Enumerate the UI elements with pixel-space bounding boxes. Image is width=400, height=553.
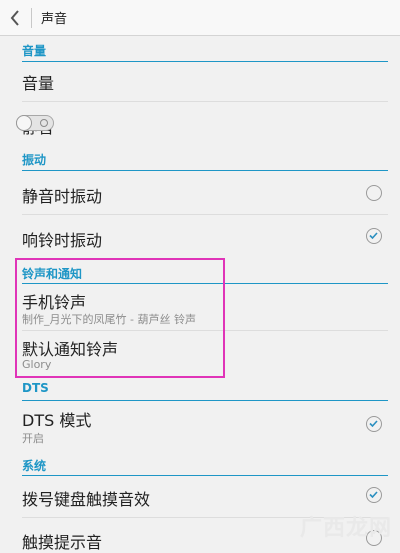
setting-mute[interactable]: 静音 (16, 102, 388, 144)
mute-toggle[interactable] (16, 115, 54, 131)
setting-subtitle: 制作_月光下的凤尾竹 - 葫芦丝 铃声 (22, 313, 196, 326)
checkbox-checked[interactable] (366, 487, 382, 503)
setting-title: 静音时振动 (22, 187, 103, 206)
checkbox-checked[interactable] (366, 416, 382, 432)
setting-dts-mode[interactable]: DTS 模式 开启 (22, 401, 388, 450)
page-title: 声音 (41, 12, 68, 27)
setting-title: 触摸提示音 (22, 533, 103, 552)
setting-vibrate-silent[interactable]: 静音时振动 (22, 171, 388, 215)
watermark-text: 广西龙网 (299, 516, 392, 541)
setting-title: DTS 模式 (22, 411, 92, 430)
checkbox-checked[interactable] (366, 228, 382, 244)
watermark: 广西龙网 (300, 510, 392, 542)
chevron-left-icon (10, 9, 19, 26)
section-header-vibrate: 振动 (22, 144, 388, 171)
setting-title: 拨号键盘触摸音效 (22, 490, 151, 509)
setting-title: 默认通知铃声 (22, 340, 119, 359)
toggle-off-indicator (40, 119, 48, 127)
setting-title: 手机铃声 (22, 293, 87, 312)
section-header-system: 系统 (22, 450, 388, 476)
section-header-ringtone: 铃声和通知 (22, 258, 388, 284)
setting-title: 响铃时振动 (22, 231, 103, 250)
toggle-knob (16, 115, 32, 131)
section-header-volume: 音量 (22, 35, 388, 62)
checkbox[interactable] (366, 185, 382, 201)
setting-subtitle: Glory (22, 358, 52, 371)
back-button[interactable] (2, 0, 28, 35)
setting-volume[interactable]: 音量 (22, 62, 388, 102)
divider (31, 7, 32, 28)
action-bar: 声音 (0, 0, 400, 36)
checkmark-icon (369, 232, 378, 240)
setting-title: 音量 (22, 74, 55, 93)
setting-subtitle: 开启 (22, 432, 44, 445)
setting-phone-ringtone[interactable]: 手机铃声 制作_月光下的凤尾竹 - 葫芦丝 铃声 (22, 284, 388, 331)
checkmark-icon (369, 491, 378, 499)
checkmark-icon (369, 420, 378, 428)
setting-notification-ringtone[interactable]: 默认通知铃声 Glory (22, 331, 388, 379)
setting-vibrate-ring[interactable]: 响铃时振动 (22, 215, 388, 258)
section-header-dts: DTS (22, 376, 388, 401)
